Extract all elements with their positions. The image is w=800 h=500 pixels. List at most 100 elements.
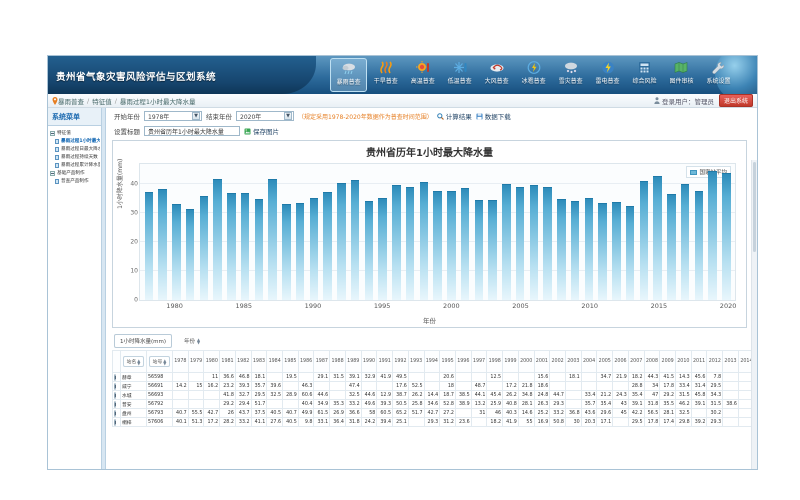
year-column-header[interactable]: 1985: [283, 351, 299, 373]
calc-result-button[interactable]: 计算结果: [437, 111, 472, 121]
nav-item-11[interactable]: 系统设置: [700, 58, 737, 92]
year-column-header[interactable]: 1994: [424, 351, 440, 373]
year-column-header[interactable]: 1982: [235, 351, 251, 373]
value-cell: 21.2: [597, 391, 613, 400]
value-cell: [723, 418, 739, 427]
station-id-cell: 57606: [147, 418, 173, 427]
save-image-button[interactable]: 保存图片: [244, 126, 279, 136]
table-row: 威宁5669114.21516.223.239.335.739.646.347.…: [113, 382, 755, 391]
row-expander-icon[interactable]: [114, 374, 116, 381]
nav-item-9[interactable]: 综合风险: [626, 58, 663, 92]
year-column-header[interactable]: 1981: [220, 351, 236, 373]
year-column-header[interactable]: 2000: [518, 351, 534, 373]
sidebar-item-2[interactable]: 暴雨过程1小时最大降水量: [50, 137, 100, 145]
year-column-header[interactable]: 1999: [503, 351, 519, 373]
value-cell: [597, 382, 613, 391]
nav-item-7[interactable]: 雪灾普查: [552, 58, 589, 92]
year-column-header[interactable]: 2008: [644, 351, 660, 373]
tree-collapse-icon[interactable]: [50, 171, 55, 176]
value-cell: 9.8: [298, 418, 314, 427]
year-column-header[interactable]: 1991: [377, 351, 393, 373]
year-column-header[interactable]: 1983: [251, 351, 267, 373]
start-year-select[interactable]: 1978年 ▼: [144, 111, 202, 121]
sidebar-item-5[interactable]: 暴雨过程累计降水量: [50, 161, 100, 169]
end-year-select[interactable]: 2020年 ▼: [236, 111, 294, 121]
bar-1978: [145, 192, 154, 301]
value-cell: 29.2: [660, 391, 676, 400]
year-column-header[interactable]: 2007: [628, 351, 644, 373]
year-column-header[interactable]: 1984: [267, 351, 283, 373]
year-column-header[interactable]: 2002: [550, 351, 566, 373]
bar-1990: [310, 198, 319, 300]
year-column-header[interactable]: 1997: [471, 351, 487, 373]
sidebar-item-4[interactable]: 暴雨过程持续天数: [50, 153, 100, 161]
nav-item-10[interactable]: 图件审核: [663, 58, 700, 92]
row-expander-icon[interactable]: [114, 419, 116, 426]
value-cell: 44.7: [550, 391, 566, 400]
breadcrumb-item[interactable]: 暴雨过程1小时最大降水量: [120, 96, 196, 106]
value-cell: [518, 373, 534, 382]
value-cell: 28.1: [660, 409, 676, 418]
nav-item-3[interactable]: 高温普查: [404, 58, 441, 92]
station-name-sort[interactable]: 站名▲▼: [123, 356, 144, 367]
year-column-header[interactable]: 1986: [298, 351, 314, 373]
year-column-header[interactable]: 2013: [723, 351, 739, 373]
year-column-header[interactable]: 2009: [660, 351, 676, 373]
year-column-header[interactable]: 1995: [440, 351, 456, 373]
sidebar-item-7[interactable]: 普查产品制作: [50, 177, 100, 185]
year-column-header[interactable]: 1990: [361, 351, 377, 373]
variable-filter-select[interactable]: 1小时降水量(mm): [114, 334, 172, 348]
vertical-scrollbar[interactable]: [751, 160, 757, 469]
year-sort-control[interactable]: 年份 ▲▼: [184, 337, 200, 345]
year-column-header[interactable]: 1989: [345, 351, 361, 373]
sidebar-item-3[interactable]: 暴雨过程日最大降水量: [50, 145, 100, 153]
value-cell: 33.1: [314, 418, 330, 427]
value-cell: [408, 373, 424, 382]
station-id-sort[interactable]: 站号▲▼: [149, 356, 170, 367]
year-column-header[interactable]: 2004: [581, 351, 597, 373]
scrollbar-thumb[interactable]: [753, 162, 756, 252]
year-column-header[interactable]: 2006: [613, 351, 629, 373]
row-expander-icon[interactable]: [114, 392, 116, 399]
year-column-header[interactable]: 1980: [204, 351, 220, 373]
nav-item-2[interactable]: 干旱普查: [367, 58, 404, 92]
row-expander-icon[interactable]: [114, 401, 116, 408]
year-column-header[interactable]: 2003: [565, 351, 581, 373]
station-name-cell: 普安: [121, 400, 147, 409]
nav-item-1[interactable]: 暴雨普查: [330, 58, 367, 92]
value-cell: 35.5: [660, 400, 676, 409]
year-column-header[interactable]: 2012: [707, 351, 723, 373]
year-column-header[interactable]: 1996: [455, 351, 471, 373]
row-expander-icon[interactable]: [114, 383, 116, 390]
value-cell: 41.9: [377, 373, 393, 382]
bar-2010: [585, 198, 594, 300]
value-cell: 29.4: [235, 400, 251, 409]
nav-item-5[interactable]: 大风普查: [478, 58, 515, 92]
logout-button[interactable]: 退出系统: [719, 94, 753, 107]
year-column-header[interactable]: 1998: [487, 351, 503, 373]
sidebar-item-6[interactable]: 基础产品制作: [50, 169, 100, 177]
data-download-button[interactable]: 数据下载: [476, 111, 511, 121]
year-column-header[interactable]: 2011: [691, 351, 707, 373]
row-expander-icon[interactable]: [114, 410, 116, 417]
value-cell: 33.2: [345, 400, 361, 409]
nav-item-8[interactable]: 雷电普查: [589, 58, 626, 92]
year-column-header[interactable]: 1988: [330, 351, 346, 373]
sidebar-item-1[interactable]: 特征值: [50, 129, 100, 137]
tree-collapse-icon[interactable]: [50, 131, 55, 136]
year-column-header[interactable]: 1992: [393, 351, 409, 373]
value-cell: 38.7: [393, 391, 409, 400]
year-column-header[interactable]: 1987: [314, 351, 330, 373]
nav-item-4[interactable]: 低温普查: [441, 58, 478, 92]
year-column-header[interactable]: 1978: [173, 351, 189, 373]
year-column-header[interactable]: 2001: [534, 351, 550, 373]
year-column-header[interactable]: 1993: [408, 351, 424, 373]
chart-title-input[interactable]: 贵州省历年1小时最大降水量: [144, 126, 240, 136]
breadcrumb-item[interactable]: 特征值: [92, 96, 112, 106]
nav-item-6[interactable]: 冰雹普查: [515, 58, 552, 92]
value-cell: 47.4: [345, 382, 361, 391]
year-column-header[interactable]: 2005: [597, 351, 613, 373]
breadcrumb-item[interactable]: 暴雨普查: [58, 96, 84, 106]
year-column-header[interactable]: 2010: [676, 351, 692, 373]
year-column-header[interactable]: 1979: [188, 351, 204, 373]
